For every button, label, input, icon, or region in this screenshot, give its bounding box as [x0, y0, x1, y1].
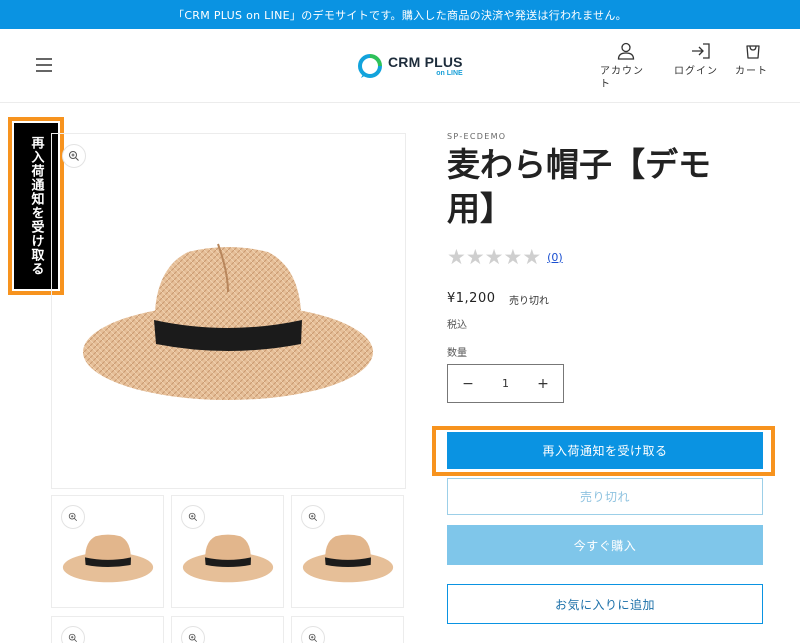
login-icon — [692, 43, 710, 59]
cart-link[interactable]: カート — [735, 41, 775, 78]
login-label: ログイン — [674, 66, 718, 77]
product-thumbnail[interactable] — [51, 495, 164, 608]
quantity-label: 数量 — [447, 348, 467, 359]
logo-sub-text: on LINE — [436, 70, 463, 77]
account-label: アカウント — [600, 66, 644, 90]
restock-notify-button[interactable]: 再入荷通知を受け取る — [447, 432, 763, 469]
straw-hat-thumbnail — [62, 534, 154, 583]
star-icon: ★ — [503, 245, 523, 269]
product-title: 麦わら帽子【デモ用】 — [447, 145, 711, 228]
star-icon: ★ — [522, 245, 542, 269]
account-link[interactable]: アカウント — [600, 41, 652, 91]
quantity-minus-button[interactable]: − — [460, 376, 476, 392]
quantity-plus-button[interactable]: + — [535, 376, 551, 392]
zoom-in-icon[interactable] — [181, 505, 205, 529]
product-price: ¥1,200 — [447, 291, 496, 306]
add-to-favorites-button[interactable]: お気に入りに追加 — [447, 584, 763, 624]
announcement-text: 「CRM PLUS on LINE」のデモサイトです。購入した商品の決済や発送は… — [173, 8, 627, 22]
cart-label: カート — [735, 66, 768, 77]
soldout-button[interactable]: 売り切れ — [447, 478, 763, 515]
main-product-image[interactable] — [51, 133, 406, 489]
straw-hat-thumbnail — [182, 534, 274, 583]
product-thumbnail[interactable] — [171, 616, 284, 643]
product-thumbnail[interactable] — [291, 495, 404, 608]
zoom-in-icon[interactable] — [301, 505, 325, 529]
site-logo[interactable]: CRM PLUS on LINE — [357, 49, 467, 83]
logo-mark-icon — [358, 54, 382, 78]
quantity-input[interactable] — [485, 377, 526, 390]
straw-hat-image — [83, 243, 373, 400]
zoom-in-icon[interactable] — [181, 626, 205, 643]
zoom-in-icon[interactable] — [62, 144, 86, 168]
site-header: CRM PLUS on LINE アカウント ログイン カート — [0, 29, 800, 103]
announcement-bar: 「CRM PLUS on LINE」のデモサイトです。購入した商品の決済や発送は… — [0, 0, 800, 29]
zoom-in-icon[interactable] — [61, 626, 85, 643]
star-icon: ★ — [465, 245, 485, 269]
review-count-link[interactable]: (0) — [547, 251, 563, 264]
bag-icon — [746, 45, 760, 59]
rating-stars: ★ ★ ★ ★ ★ (0) — [447, 245, 563, 269]
product-vendor: SP-ECDEMO — [447, 132, 507, 141]
user-icon — [617, 42, 635, 60]
zoom-in-icon[interactable] — [61, 505, 85, 529]
login-link[interactable]: ログイン — [674, 41, 726, 78]
buy-now-button[interactable]: 今すぐ購入 — [447, 525, 763, 565]
soldout-badge: 売り切れ — [509, 296, 549, 307]
product-thumbnail[interactable] — [51, 616, 164, 643]
hamburger-menu-icon[interactable] — [34, 55, 54, 75]
product-thumbnail[interactable] — [291, 616, 404, 643]
star-icon: ★ — [447, 245, 466, 269]
zoom-in-icon[interactable] — [301, 626, 325, 643]
tax-note: 税込 — [447, 320, 467, 331]
star-icon: ★ — [484, 245, 504, 269]
logo-main-text: CRM PLUS — [388, 54, 463, 70]
straw-hat-thumbnail — [302, 534, 394, 583]
quantity-stepper: − + — [447, 364, 564, 403]
product-thumbnail[interactable] — [171, 495, 284, 608]
